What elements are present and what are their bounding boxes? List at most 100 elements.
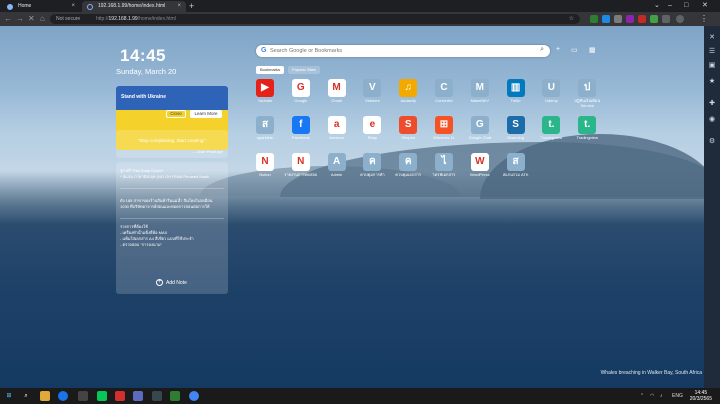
menu-icon[interactable]: ⋮ [700, 12, 708, 26]
bookmark-tile[interactable]: คควบคุมการทำ [357, 153, 387, 183]
bookmark-tile[interactable]: A Admin [322, 153, 352, 183]
bookmark-tile[interactable]: S Shopee [393, 116, 423, 146]
edge-icon[interactable] [58, 391, 68, 401]
bookmark-icon[interactable]: ★ [708, 78, 716, 86]
add-note-button[interactable]: + Add Note [156, 279, 187, 286]
bookmark-tile[interactable]: ส sparkline [250, 116, 280, 146]
bookmark-tile[interactable]: C Converter [429, 79, 459, 109]
extension-icon[interactable] [602, 15, 610, 23]
bookmark-icon: S [506, 116, 525, 134]
chevron-down-icon[interactable]: ⌄ [654, 0, 660, 12]
google-icon: G [261, 47, 267, 54]
extension-icon[interactable] [590, 15, 598, 23]
bookmark-tile[interactable]: W WordPress [465, 153, 495, 183]
bookmark-tile[interactable]: e Ebay [357, 116, 387, 146]
note-item[interactable]: รูป ฟรี Thai Soap Covid+ * สแกน ภาษาอังกฤ… [120, 168, 224, 180]
app-icon[interactable] [115, 391, 125, 401]
bookmark-tile[interactable]: U Udemy [536, 79, 566, 109]
tab-popular-sites[interactable]: Popular Sites [288, 66, 320, 74]
windows-start-icon[interactable]: ⊞ [4, 391, 14, 401]
bookmark-tile[interactable]: ไไดรฟ์เอกสาร [429, 153, 459, 183]
camera-icon[interactable]: ◉ [708, 116, 716, 124]
close-window-icon[interactable]: ✕ [702, 0, 708, 12]
search-icon[interactable]: ⌕ [21, 391, 31, 401]
extension-icon[interactable] [638, 15, 646, 23]
add-icon[interactable]: + [556, 46, 560, 53]
extension-icon[interactable] [626, 15, 634, 23]
close-icon[interactable]: × [177, 1, 181, 12]
bookmark-label: Udemy [545, 99, 558, 103]
search-icon[interactable]: ⌕ [540, 46, 544, 54]
bookmark-tile[interactable]: M MakeMKV [465, 79, 495, 109]
bookmark-label: sparkline [256, 136, 273, 140]
bookmark-icon: N [256, 153, 274, 171]
chrome-icon[interactable] [189, 391, 199, 401]
new-tab-button[interactable]: + [189, 0, 194, 12]
security-indicator[interactable]: Not secure [56, 14, 80, 24]
bookmark-label: รายงานการทดสอบ [284, 173, 318, 177]
bookmark-tile[interactable]: t. Tradingview [536, 116, 566, 146]
bookmark-tile[interactable]: คควบคุมเอกสาร [393, 153, 423, 183]
x-icon[interactable]: ✕ [708, 34, 716, 42]
bookmark-tile[interactable]: a Amazon [322, 116, 352, 146]
bookmark-tile[interactable]: G Google [286, 79, 316, 109]
bookmark-tile[interactable]: V Vidmore [357, 79, 387, 109]
forward-icon[interactable]: → [16, 12, 24, 26]
chevron-up-icon[interactable]: ⌃ [640, 388, 644, 404]
tab-bookmarks[interactable]: Bookmarks [256, 66, 285, 74]
bookmark-tile[interactable]: t. Tradingview [572, 116, 602, 146]
bookmark-tile[interactable]: ▶ Youtube [250, 79, 280, 109]
bookmark-tile[interactable]: ♫ Audacity [393, 79, 423, 109]
maximize-icon[interactable]: □ [684, 0, 688, 12]
extension-icon[interactable] [650, 15, 658, 23]
bookmark-label: Admin [330, 173, 343, 177]
tab-home[interactable]: Home × [2, 1, 80, 12]
folder-icon[interactable]: ▭ [571, 46, 578, 54]
avatar[interactable] [676, 15, 684, 23]
bookmark-icon: ค [399, 153, 418, 171]
bookmark-tile[interactable]: สสแกนรวม ATK [501, 153, 531, 183]
search-input[interactable] [270, 46, 530, 56]
app-icon[interactable] [78, 391, 88, 401]
line-icon[interactable] [97, 391, 107, 401]
minimize-icon[interactable]: – [668, 0, 672, 12]
tab-index[interactable]: 192.168.1.99/home/index.html × [82, 1, 186, 12]
stop-icon[interactable]: ✕ [28, 12, 35, 26]
wifi-icon[interactable]: ◠ [650, 388, 654, 404]
puzzle-icon[interactable] [662, 15, 670, 23]
bookmark-tile[interactable]: M Gmail [322, 79, 352, 109]
app-icon[interactable] [133, 391, 143, 401]
back-icon[interactable]: ← [4, 12, 12, 26]
app-icon[interactable] [170, 391, 180, 401]
language-indicator[interactable]: ENG [672, 388, 683, 404]
bookmark-icon: ส [256, 116, 274, 134]
learn-more-button[interactable]: Learn More [190, 110, 222, 118]
list-icon[interactable]: ☰ [708, 48, 716, 56]
extension-icon[interactable]: ✚ [708, 100, 716, 108]
close-banner-button[interactable]: Close [166, 110, 186, 118]
gear-icon[interactable]: ⚙ [708, 138, 716, 146]
app-icon[interactable] [152, 391, 162, 401]
bookmark-tile[interactable]: S Scanning [501, 116, 531, 146]
bookmark-tile[interactable]: ปปฏิทินเงินเดือน Service [572, 79, 602, 109]
taskbar-clock[interactable]: 14:45 20/3/2565 [690, 390, 712, 402]
bookmark-icon: A [327, 153, 346, 171]
note-item[interactable]: ดัง 185 สาขาของร้านสินค้าริมแม่น้ำ สินให… [120, 198, 224, 210]
home-icon[interactable]: ⌂ [40, 12, 45, 26]
extension-icon[interactable] [614, 15, 622, 23]
star-icon[interactable]: ☆ [569, 14, 574, 24]
bookmark-tile[interactable]: N รายงานการทดสอบ [284, 153, 317, 183]
volume-icon[interactable]: ♪ [660, 388, 663, 404]
image-icon[interactable]: ▣ [708, 62, 716, 70]
grid-icon[interactable]: ▦ [589, 46, 596, 54]
close-icon[interactable]: × [71, 1, 75, 12]
file-explorer-icon[interactable] [40, 391, 50, 401]
bookmark-label: Ebay [367, 136, 377, 140]
bookmark-tile[interactable]: ▥ Trello [501, 79, 531, 109]
bookmark-tile[interactable]: ⊞ Windows 11 [429, 116, 459, 146]
address-bar[interactable]: Not secure http://192.168.1.99/home/inde… [50, 14, 580, 24]
note-item[interactable]: รายการที่ต้องใช้ - เครื่องทำน้ำแข็งยี่ห้อ… [120, 224, 224, 248]
bookmark-tile[interactable]: N Notion [250, 153, 280, 183]
bookmark-tile[interactable]: G Google Chat [465, 116, 495, 146]
bookmark-tile[interactable]: f Facebook [286, 116, 316, 146]
